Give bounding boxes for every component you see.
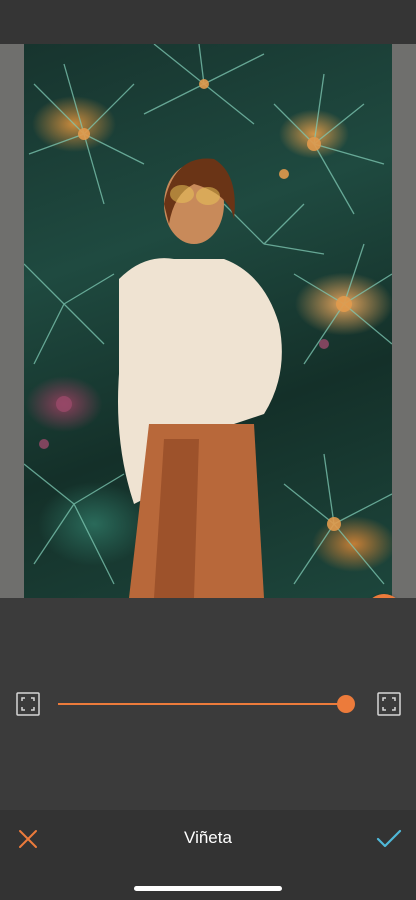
tool-title: Viñeta xyxy=(184,828,232,847)
frame-max-icon[interactable] xyxy=(377,692,401,716)
checkmark-icon xyxy=(376,829,402,848)
edited-photo xyxy=(24,44,392,598)
photo-canvas xyxy=(0,44,416,598)
slider-track xyxy=(58,703,346,705)
frame-min-icon[interactable] xyxy=(16,692,40,716)
vignette-slider[interactable] xyxy=(58,692,358,716)
confirm-button[interactable] xyxy=(375,827,403,851)
photo-background-foliage xyxy=(24,44,392,598)
bottom-toolbar: Viñeta xyxy=(0,810,416,900)
slider-thumb[interactable] xyxy=(337,695,355,713)
adjustment-panel xyxy=(0,598,416,810)
home-indicator[interactable] xyxy=(134,886,282,891)
person-silhouette xyxy=(118,158,282,598)
top-bar xyxy=(0,0,416,44)
